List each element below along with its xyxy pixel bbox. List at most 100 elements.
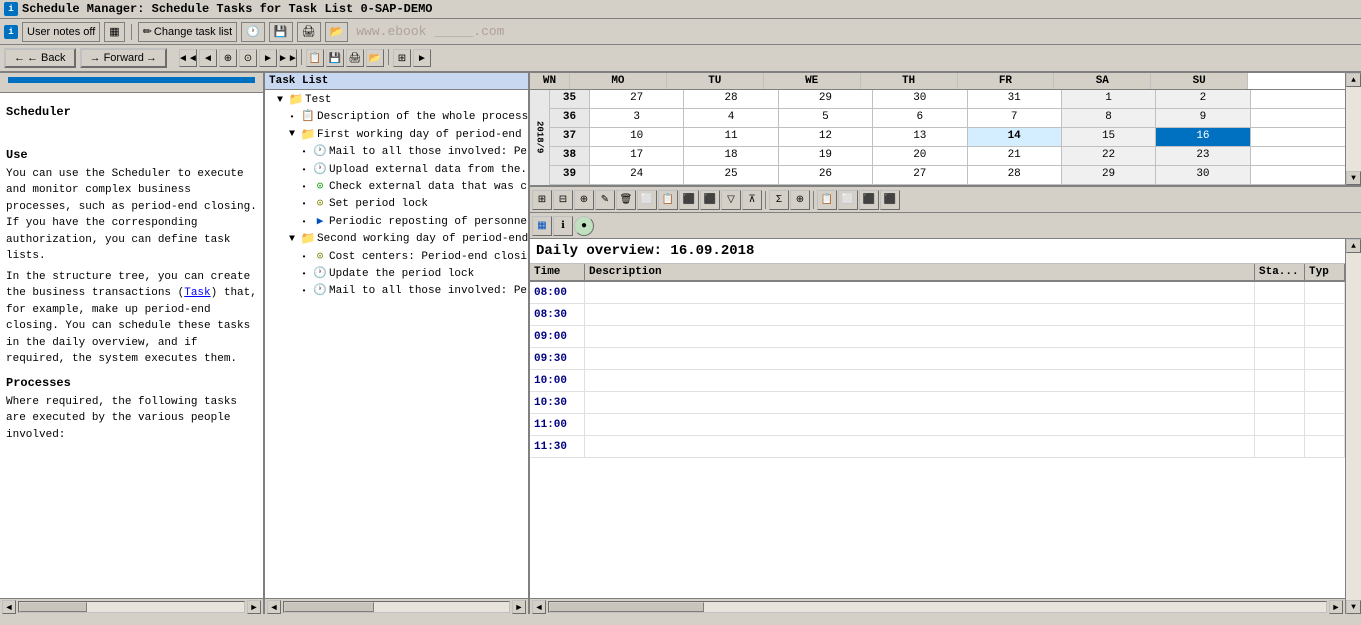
- nav-btn-2[interactable]: ◄: [199, 49, 217, 67]
- expand-test-icon[interactable]: ▼: [273, 94, 287, 108]
- rt-btn-13[interactable]: ⊕: [790, 190, 810, 210]
- rt-btn-3[interactable]: ⊕: [574, 190, 594, 210]
- back-button[interactable]: ← ← Back: [4, 48, 76, 68]
- tree-item-second-working[interactable]: ▼ 📁 Second working day of period-end...: [265, 231, 528, 248]
- daily-scroll-left[interactable]: ◄: [532, 600, 546, 614]
- task-link[interactable]: Task: [184, 287, 210, 299]
- rt2-btn-3[interactable]: ●: [574, 216, 594, 236]
- cal-tu-39[interactable]: 25: [684, 166, 778, 184]
- daily-row-1030[interactable]: 10:30: [530, 392, 1345, 414]
- cal-th-39[interactable]: 27: [873, 166, 967, 184]
- daily-row-0900[interactable]: 09:00: [530, 326, 1345, 348]
- cal-th-37[interactable]: 13: [873, 128, 967, 146]
- tree-item-cost-centers[interactable]: • ⊙ Cost centers: Period-end closin...: [265, 249, 528, 266]
- cal-sa-39[interactable]: 29: [1062, 166, 1156, 184]
- daily-scroll-down[interactable]: ▼: [1346, 600, 1361, 614]
- nav-btn-10[interactable]: 📂: [366, 49, 384, 67]
- cal-mo-35[interactable]: 27: [590, 90, 684, 108]
- scroll-track-h[interactable]: [18, 601, 245, 613]
- tree-item-set-lock[interactable]: • ⊙ Set period lock: [265, 196, 528, 213]
- cal-we-39[interactable]: 26: [779, 166, 873, 184]
- save-button[interactable]: 💾: [269, 22, 293, 42]
- cal-wn-36[interactable]: 36: [550, 109, 590, 127]
- tree-item-first-working[interactable]: ▼ 📁 First working day of period-end clo.…: [265, 127, 528, 144]
- cal-we-36[interactable]: 5: [779, 109, 873, 127]
- cal-th-35[interactable]: 30: [873, 90, 967, 108]
- tree-item-update-lock[interactable]: • 🕐 Update the period lock: [265, 266, 528, 283]
- rt-btn-6[interactable]: ⬜: [637, 190, 657, 210]
- cal-th-38[interactable]: 20: [873, 147, 967, 165]
- tree-item-mail1[interactable]: • 🕐 Mail to all those involved: Perio...: [265, 144, 528, 161]
- cal-sa-37[interactable]: 15: [1062, 128, 1156, 146]
- cal-th-36[interactable]: 6: [873, 109, 967, 127]
- rt-btn-8[interactable]: ⬛: [679, 190, 699, 210]
- cal-we-37[interactable]: 12: [779, 128, 873, 146]
- middle-scroll-right[interactable]: ►: [512, 600, 526, 614]
- daily-row-0800[interactable]: 08:00: [530, 282, 1345, 304]
- change-task-list-button[interactable]: ✏ Change task list: [138, 22, 237, 42]
- cal-fr-37[interactable]: 14: [968, 128, 1062, 146]
- cal-fr-36[interactable]: 7: [968, 109, 1062, 127]
- tree-item-periodic[interactable]: • ▶ Periodic reposting of personne...: [265, 214, 528, 231]
- cal-tu-37[interactable]: 11: [684, 128, 778, 146]
- cal-wn-37[interactable]: 37: [550, 128, 590, 146]
- scroll-right-btn[interactable]: ►: [247, 600, 261, 614]
- nav-btn-12[interactable]: ►: [413, 49, 431, 67]
- table-view-button[interactable]: ▦: [104, 22, 124, 42]
- folder2-button[interactable]: 📂: [325, 22, 349, 42]
- rt-btn-7[interactable]: 📋: [658, 190, 678, 210]
- print-button[interactable]: 🖨: [297, 22, 321, 42]
- cal-scroll-up[interactable]: ▲: [1346, 73, 1361, 87]
- cal-sa-35[interactable]: 1: [1062, 90, 1156, 108]
- rt2-btn-2[interactable]: ℹ: [553, 216, 573, 236]
- nav-btn-4[interactable]: ⊙: [239, 49, 257, 67]
- expand-first-icon[interactable]: ▼: [285, 128, 299, 142]
- cal-sa-36[interactable]: 8: [1062, 109, 1156, 127]
- tree-item-check[interactable]: • ⊙ Check external data that was c...: [265, 179, 528, 196]
- daily-scroll-up[interactable]: ▲: [1346, 239, 1361, 253]
- middle-scroll-track[interactable]: [283, 601, 510, 613]
- rt-btn-11[interactable]: ⊼: [742, 190, 762, 210]
- rt-btn-1[interactable]: ⊞: [532, 190, 552, 210]
- cal-fr-39[interactable]: 28: [968, 166, 1062, 184]
- daily-scroll-track-v[interactable]: [1346, 253, 1361, 600]
- tree-item-desc[interactable]: • 📋 Description of the whole process: [265, 109, 528, 126]
- cal-su-37[interactable]: 16: [1156, 128, 1250, 146]
- daily-row-1100[interactable]: 11:00: [530, 414, 1345, 436]
- nav-btn-6[interactable]: ►►: [279, 49, 297, 67]
- expand-second-icon[interactable]: ▼: [285, 233, 299, 247]
- nav-btn-7[interactable]: 📋: [306, 49, 324, 67]
- daily-scroll-right[interactable]: ►: [1329, 600, 1343, 614]
- rt-btn-17[interactable]: ⬛: [880, 190, 900, 210]
- nav-btn-11[interactable]: ⊞: [393, 49, 411, 67]
- cal-mo-37[interactable]: 10: [590, 128, 684, 146]
- tree-item-test[interactable]: ▼ 📁 Test: [265, 92, 528, 109]
- scroll-left-btn[interactable]: ◄: [2, 600, 16, 614]
- tree-item-mail2[interactable]: • 🕐 Mail to all those involved: Perio...: [265, 283, 528, 300]
- cal-scroll-down[interactable]: ▼: [1346, 171, 1361, 185]
- rt-btn-10[interactable]: ▽: [721, 190, 741, 210]
- rt-btn-15[interactable]: ⬜: [838, 190, 858, 210]
- cal-mo-39[interactable]: 24: [590, 166, 684, 184]
- daily-row-0830[interactable]: 08:30: [530, 304, 1345, 326]
- nav-btn-1[interactable]: ◄◄: [179, 49, 197, 67]
- cal-su-36[interactable]: 9: [1156, 109, 1250, 127]
- cal-fr-35[interactable]: 31: [968, 90, 1062, 108]
- rt-btn-2[interactable]: ⊟: [553, 190, 573, 210]
- daily-row-0930[interactable]: 09:30: [530, 348, 1345, 370]
- cal-we-38[interactable]: 19: [779, 147, 873, 165]
- rt2-btn-1[interactable]: ▦: [532, 216, 552, 236]
- daily-row-1130[interactable]: 11:30: [530, 436, 1345, 458]
- cal-we-35[interactable]: 29: [779, 90, 873, 108]
- user-notes-button[interactable]: User notes off: [22, 22, 100, 42]
- cal-tu-35[interactable]: 28: [684, 90, 778, 108]
- cal-su-35[interactable]: 2: [1156, 90, 1250, 108]
- nav-btn-3[interactable]: ⊕: [219, 49, 237, 67]
- cal-sa-38[interactable]: 22: [1062, 147, 1156, 165]
- cal-tu-38[interactable]: 18: [684, 147, 778, 165]
- cal-scroll-track[interactable]: [1346, 87, 1361, 171]
- forward-button[interactable]: → Forward →: [80, 48, 167, 68]
- cal-mo-38[interactable]: 17: [590, 147, 684, 165]
- nav-btn-5[interactable]: ►: [259, 49, 277, 67]
- rt-btn-4[interactable]: ✎: [595, 190, 615, 210]
